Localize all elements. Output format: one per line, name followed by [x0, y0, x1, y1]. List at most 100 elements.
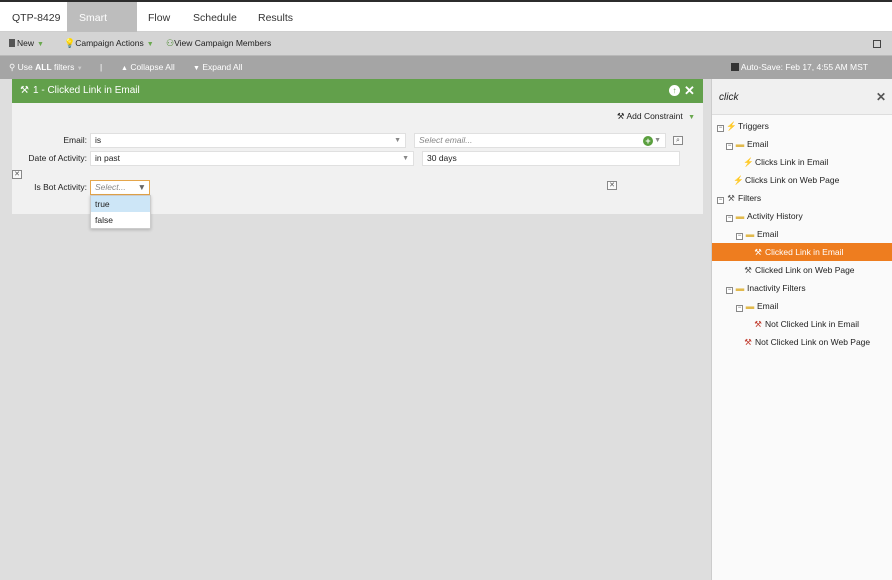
tree-inactivity-email-label: Email	[757, 301, 779, 311]
filter-icon: ⚒	[754, 247, 762, 257]
members-icon: ⚇	[166, 38, 175, 48]
collapse-icon[interactable]: −	[717, 125, 724, 132]
add-constraint-label: Add Constraint	[626, 111, 683, 121]
panel-search-input[interactable]: click	[719, 92, 738, 103]
all-label: ALL	[35, 62, 52, 72]
clear-search-icon[interactable]: ✕	[876, 90, 886, 104]
tree-not-clicked-link-on-web-page[interactable]: ⚒ Not Clicked Link on Web Page	[743, 333, 870, 351]
tree-activity-email[interactable]: − ▬ Email	[736, 225, 778, 243]
tree-inactivity-filters-label: Inactivity Filters	[747, 283, 806, 293]
trigger-icon: ⚡	[743, 157, 754, 167]
chevron-down-icon: ▼	[137, 182, 146, 192]
filter-title: 1 - Clicked Link in Email	[33, 85, 140, 96]
toolbar-options-icon[interactable]	[873, 32, 881, 56]
expand-all-label: Expand All	[202, 62, 243, 72]
tree-not-clicked-link-in-email[interactable]: ⚒ Not Clicked Link in Email	[753, 315, 859, 333]
wrench-icon: ⚒	[616, 111, 625, 121]
tab-flow[interactable]: Flow	[136, 2, 182, 32]
tree-clicks-link-on-web-page[interactable]: ⚡Clicks Link on Web Page	[733, 171, 839, 189]
remove-bot-constraint-icon[interactable]: ✕	[607, 181, 617, 190]
tab-program-name[interactable]: QTP-8429	[0, 2, 72, 32]
tab-smart-list[interactable]: Smart List	[67, 2, 137, 56]
campaign-actions-label: Campaign Actions	[75, 38, 144, 48]
date-operator-value: in past	[95, 153, 121, 163]
bot-activity-select[interactable]: Select... ▼	[90, 180, 150, 195]
panel-search[interactable]: click ✕	[712, 79, 892, 115]
move-up-icon[interactable]: ↑	[669, 85, 680, 96]
collapse-all-button[interactable]: ▲ Collapse All	[121, 56, 175, 79]
tree-triggers-label: Triggers	[738, 121, 769, 131]
remove-constraint-icon[interactable]: ✕	[12, 170, 22, 179]
filter-card: ⚒ 1 - Clicked Link in Email ↑ ✕ ⚒ Add Con…	[12, 79, 703, 229]
date-operator-select[interactable]: in past ▼	[90, 151, 414, 166]
date-value-input[interactable]: 30 days	[422, 151, 680, 166]
folder-icon: ▬	[745, 301, 755, 311]
tree-clicks-link-in-email[interactable]: ⚡Clicks Link in Email	[743, 153, 828, 171]
option-true[interactable]: true	[91, 196, 150, 212]
new-menu-button[interactable]: New ▼	[9, 32, 44, 56]
tree-triggers-email[interactable]: − ▬ Email	[726, 135, 768, 153]
collapse-icon[interactable]: −	[717, 197, 724, 204]
use-all-filters-dropdown[interactable]: ⚲ Use ALL filters ▼	[9, 56, 83, 79]
filters-panel: click ✕ − ⚡Triggers − ▬ Email ⚡Clicks Link …	[711, 79, 892, 580]
tree-clicks-link-in-email-label: Clicks Link in Email	[755, 157, 829, 167]
tab-results[interactable]: Results	[246, 2, 305, 32]
add-constraint-button[interactable]: ⚒ Add Constraint ▼	[617, 111, 695, 122]
filter-icon: ⚒	[727, 193, 735, 203]
campaign-actions-button[interactable]: 💡Campaign Actions ▼	[64, 32, 154, 56]
autosave-status: Auto-Save: Feb 17, 4:55 AM MST	[731, 56, 868, 79]
tree-activity-history[interactable]: − ▬ Activity History	[726, 207, 803, 225]
email-value-select[interactable]: Select email... ▼	[414, 133, 666, 148]
email-placeholder: Select email...	[419, 135, 473, 145]
date-value: 30 days	[427, 153, 457, 163]
collapse-icon[interactable]: −	[726, 287, 733, 294]
collapse-all-label: Collapse All	[130, 62, 175, 72]
filter-header[interactable]: ⚒ 1 - Clicked Link in Email ↑ ✕	[12, 79, 703, 103]
email-operator-select[interactable]: is ▼	[90, 133, 406, 148]
filter-logic-icon: ⚲	[9, 62, 16, 72]
tree-inactivity-filters[interactable]: − ▬ Inactivity Filters	[726, 279, 806, 297]
folder-icon: ▬	[735, 139, 745, 149]
chevron-down-icon: ▼	[688, 114, 695, 121]
folder-icon: ▬	[745, 229, 755, 239]
collapse-icon[interactable]: −	[726, 215, 733, 222]
expand-icon: ▼	[193, 65, 200, 72]
negative-filter-icon: ⚒	[744, 337, 752, 347]
filter-icon: ⚒	[20, 85, 29, 96]
tree-clicked-link-in-email[interactable]: ⚒ Clicked Link in Email	[712, 243, 892, 261]
email-lookup-icon[interactable]: ⌕	[673, 136, 683, 145]
tree-clicked-link-on-web-page-label: Clicked Link on Web Page	[755, 265, 855, 275]
tree-filters[interactable]: − ⚒ Filters	[717, 189, 761, 207]
option-false[interactable]: false	[91, 212, 150, 228]
tree-not-clicked-link-in-email-label: Not Clicked Link in Email	[765, 319, 860, 329]
use-label: Use	[17, 62, 33, 72]
tab-bar: QTP-8429 Smart List Flow Schedule Result…	[0, 0, 892, 56]
close-icon[interactable]: ✕	[684, 82, 695, 99]
save-icon	[731, 63, 739, 71]
is-bot-activity-label: Is Bot Activity:	[34, 182, 87, 192]
tree-clicked-link-on-web-page[interactable]: ⚒ Clicked Link on Web Page	[743, 261, 855, 279]
tree-triggers[interactable]: − ⚡Triggers	[717, 117, 769, 135]
trigger-icon: ⚡	[733, 175, 744, 185]
tree-activity-email-label: Email	[757, 229, 779, 239]
date-of-activity-label: Date of Activity:	[28, 153, 87, 163]
collapse-icon[interactable]: −	[736, 233, 743, 240]
filter-bar: ⚲ Use ALL filters ▼ | ▲ Collapse All ▼ E…	[0, 56, 892, 79]
tab-schedule[interactable]: Schedule	[181, 2, 249, 32]
view-campaign-members-button[interactable]: ⚇View Campaign Members	[166, 32, 271, 56]
expand-all-button[interactable]: ▼ Expand All	[193, 56, 242, 79]
chevron-down-icon: ▼	[37, 41, 44, 48]
collapse-icon[interactable]: −	[726, 143, 733, 150]
collapse-icon[interactable]: −	[736, 305, 743, 312]
tree-clicks-link-on-web-page-label: Clicks Link on Web Page	[745, 175, 840, 185]
view-members-label: View Campaign Members	[174, 38, 272, 48]
lightbulb-icon: 💡	[64, 38, 76, 48]
chevron-down-icon: ▼	[394, 137, 401, 144]
add-email-icon[interactable]: +	[643, 136, 653, 146]
new-icon	[9, 39, 15, 47]
toolbar: New ▼ 💡Campaign Actions ▼ ⚇View Campaign M…	[0, 32, 892, 56]
negative-filter-icon: ⚒	[754, 319, 762, 329]
tree-inactivity-email[interactable]: − ▬ Email	[736, 297, 778, 315]
tree-triggers-email-label: Email	[747, 139, 769, 149]
email-label: Email:	[63, 135, 87, 145]
